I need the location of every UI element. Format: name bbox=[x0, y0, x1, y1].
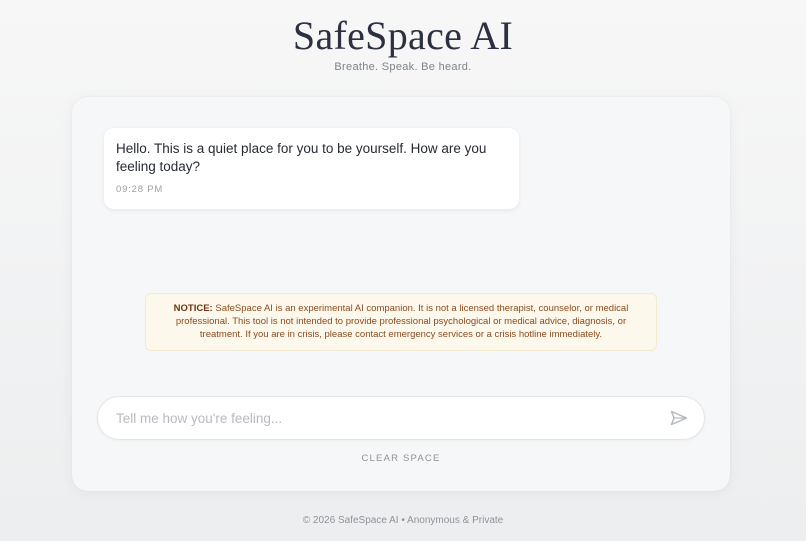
message-input[interactable] bbox=[116, 397, 656, 439]
send-button[interactable] bbox=[668, 408, 690, 428]
message-text: Hello. This is a quiet place for you to … bbox=[116, 141, 487, 174]
app-title: SafeSpace AI bbox=[292, 13, 514, 58]
page-footer: © 2026 SafeSpace AI • Anonymous & Privat… bbox=[302, 515, 504, 526]
app-tagline: Breathe. Speak. Be heard. bbox=[334, 61, 472, 73]
notice-label: NOTICE: bbox=[173, 303, 213, 314]
clear-space-button[interactable]: CLEAR SPACE bbox=[72, 453, 730, 464]
message-composer bbox=[97, 396, 705, 440]
assistant-message-bubble: Hello. This is a quiet place for you to … bbox=[104, 128, 519, 209]
page-header: SafeSpace AI Breathe. Speak. Be heard. bbox=[0, 13, 806, 74]
send-icon bbox=[670, 410, 688, 426]
chat-card: Hello. This is a quiet place for you to … bbox=[72, 97, 730, 491]
disclaimer-notice: NOTICE: SafeSpace AI is an experimental … bbox=[145, 293, 657, 351]
message-timestamp: 09:28 PM bbox=[116, 184, 164, 195]
notice-text: SafeSpace AI is an experimental AI compa… bbox=[175, 303, 629, 340]
